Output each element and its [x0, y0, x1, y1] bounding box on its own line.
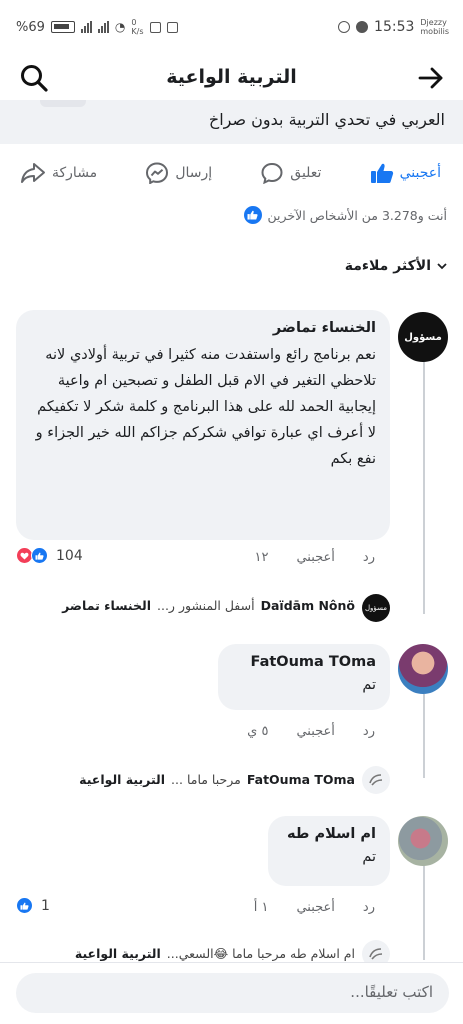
- reply-preview[interactable]: الخنساء تماضر أسفل المنشور ر... Daïdām N…: [62, 598, 355, 613]
- notification-icon-2: [166, 21, 178, 33]
- comment-composer: اكتب تعليقًا...: [0, 962, 463, 1024]
- comment-text: تم: [362, 677, 376, 693]
- sort-dropdown[interactable]: الأكثر ملاءمة: [345, 258, 447, 274]
- comment-text: تم: [362, 849, 376, 865]
- comment-author[interactable]: FatOuma TOma: [232, 654, 376, 670]
- notification-icon: [149, 21, 161, 33]
- avatar-label: مسؤول: [404, 331, 442, 343]
- reply-text: أسفل المنشور ر...: [157, 598, 255, 613]
- send-label: إرسال: [175, 165, 213, 181]
- comment-like-button[interactable]: أعجبني: [296, 724, 334, 739]
- chevron-down-icon: [437, 263, 447, 270]
- comment-icon: [261, 162, 283, 184]
- signal-icon-2: [97, 21, 109, 33]
- like-reaction-icon: [16, 897, 33, 914]
- comment-time: ١ أ: [253, 900, 269, 915]
- comment-reply-button[interactable]: رد: [363, 550, 375, 565]
- signal-icon: [80, 21, 92, 33]
- reaction-count: 104: [56, 547, 83, 564]
- share-button[interactable]: مشاركة: [20, 162, 97, 184]
- page-logo-icon: [369, 774, 383, 786]
- sort-label: الأكثر ملاءمة: [344, 258, 431, 274]
- share-icon: [21, 163, 45, 183]
- dnd-icon: [356, 21, 369, 33]
- app-header: التربية الواعية: [0, 52, 463, 104]
- reply-author: التربية الواعية: [79, 772, 166, 787]
- whatsapp-icon: [338, 21, 351, 33]
- reply-preview[interactable]: التربية الواعية مرحبا ماما ... FatOuma T…: [79, 772, 355, 787]
- page-avatar[interactable]: [362, 766, 390, 794]
- reactors-text: أنت و3.278 من الأشخاص الآخرين: [267, 207, 447, 223]
- comment-author[interactable]: ام اسلام طه: [282, 826, 376, 842]
- avatar[interactable]: [398, 644, 448, 694]
- comment-reply-button[interactable]: رد: [363, 724, 375, 739]
- net-speed: 0 K/s: [131, 18, 144, 36]
- comment-time: ١٢: [254, 550, 269, 565]
- reply-text: مرحبا ماما ...: [171, 772, 241, 787]
- reply-preview[interactable]: التربية الواعية ام اسلام طه مرحبا ماما 😂…: [75, 946, 355, 961]
- thread-line-2: [423, 694, 425, 778]
- like-reaction-icon: [243, 206, 262, 224]
- reply-mention: FatOuma TOma: [246, 772, 355, 787]
- comment-text: نعم برنامج رائع واستفدت منه كثيرا في ترب…: [35, 347, 376, 467]
- messenger-icon: [146, 162, 169, 184]
- comment-input[interactable]: اكتب تعليقًا...: [16, 973, 449, 1013]
- comment-bubble[interactable]: الخنساء تماضر نعم برنامج رائع واستفدت من…: [16, 310, 390, 540]
- status-right: 15:53 Djezzy mobilis: [338, 18, 449, 36]
- comment-reactions[interactable]: 1: [16, 897, 50, 914]
- status-bar: %69 ◔ 0 K/s 15:53 Djezzy mobilis: [0, 0, 463, 52]
- battery-icon: [50, 21, 75, 33]
- reply-author: التربية الواعية: [74, 946, 161, 961]
- reaction-count: 1: [41, 897, 50, 914]
- comment-meta: ١ أ أعجبني رد: [254, 900, 375, 915]
- comment-button[interactable]: تعليق: [260, 162, 321, 184]
- reply-avatar[interactable]: مسؤول: [362, 594, 390, 622]
- reply-author: الخنساء تماضر: [62, 598, 152, 613]
- reply-mention: Daïdām Nônö: [260, 598, 355, 613]
- like-reaction-icon: [31, 547, 48, 564]
- comment-reactions[interactable]: 104: [16, 547, 83, 564]
- comment-bubble[interactable]: FatOuma TOma تم: [218, 644, 390, 710]
- carrier-name: Djezzy mobilis: [420, 18, 449, 36]
- reactors-summary[interactable]: أنت و3.278 من الأشخاص الآخرين: [243, 206, 447, 224]
- comment-like-button[interactable]: أعجبني: [296, 550, 334, 565]
- wifi-icon: ◔: [114, 20, 126, 34]
- comment-label: تعليق: [290, 165, 322, 181]
- page-title: التربية الواعية: [166, 66, 297, 88]
- battery-percent: %69: [16, 19, 45, 35]
- comment-meta: ٥ ي أعجبني رد: [247, 724, 375, 739]
- comment-author[interactable]: الخنساء تماضر: [30, 320, 376, 336]
- share-label: مشاركة: [52, 165, 98, 181]
- back-arrow-icon[interactable]: [417, 64, 445, 92]
- clock: 15:53: [374, 19, 415, 35]
- status-left: %69 ◔ 0 K/s: [16, 18, 178, 36]
- like-button[interactable]: أعجبني: [370, 162, 441, 184]
- avatar[interactable]: [398, 816, 448, 866]
- comment-reply-button[interactable]: رد: [363, 900, 375, 915]
- avatar[interactable]: مسؤول: [398, 312, 448, 362]
- send-button[interactable]: إرسال: [145, 162, 212, 184]
- like-label: أعجبني: [399, 165, 441, 181]
- reply-avatar-label: مسؤول: [364, 604, 388, 612]
- thread-line: [423, 356, 425, 614]
- media-edge: [40, 100, 86, 107]
- comment-time: ٥ ي: [247, 724, 269, 739]
- comment-like-button[interactable]: أعجبني: [296, 900, 334, 915]
- page-logo-icon: [369, 948, 383, 960]
- comment-meta: ١٢ أعجبني رد: [255, 550, 376, 565]
- post-actions: أعجبني تعليق إرسال مشاركة: [0, 150, 463, 196]
- comment-bubble[interactable]: ام اسلام طه تم: [268, 816, 390, 886]
- post-snippet: العربي في تحدي التربية بدون صراخ: [0, 100, 463, 144]
- thumbs-up-icon: [370, 163, 393, 183]
- reply-text: ام اسلام طه مرحبا ماما 😂السعي...: [166, 946, 355, 961]
- thread-line-3: [423, 864, 425, 960]
- post-text: العربي في تحدي التربية بدون صراخ: [208, 110, 445, 129]
